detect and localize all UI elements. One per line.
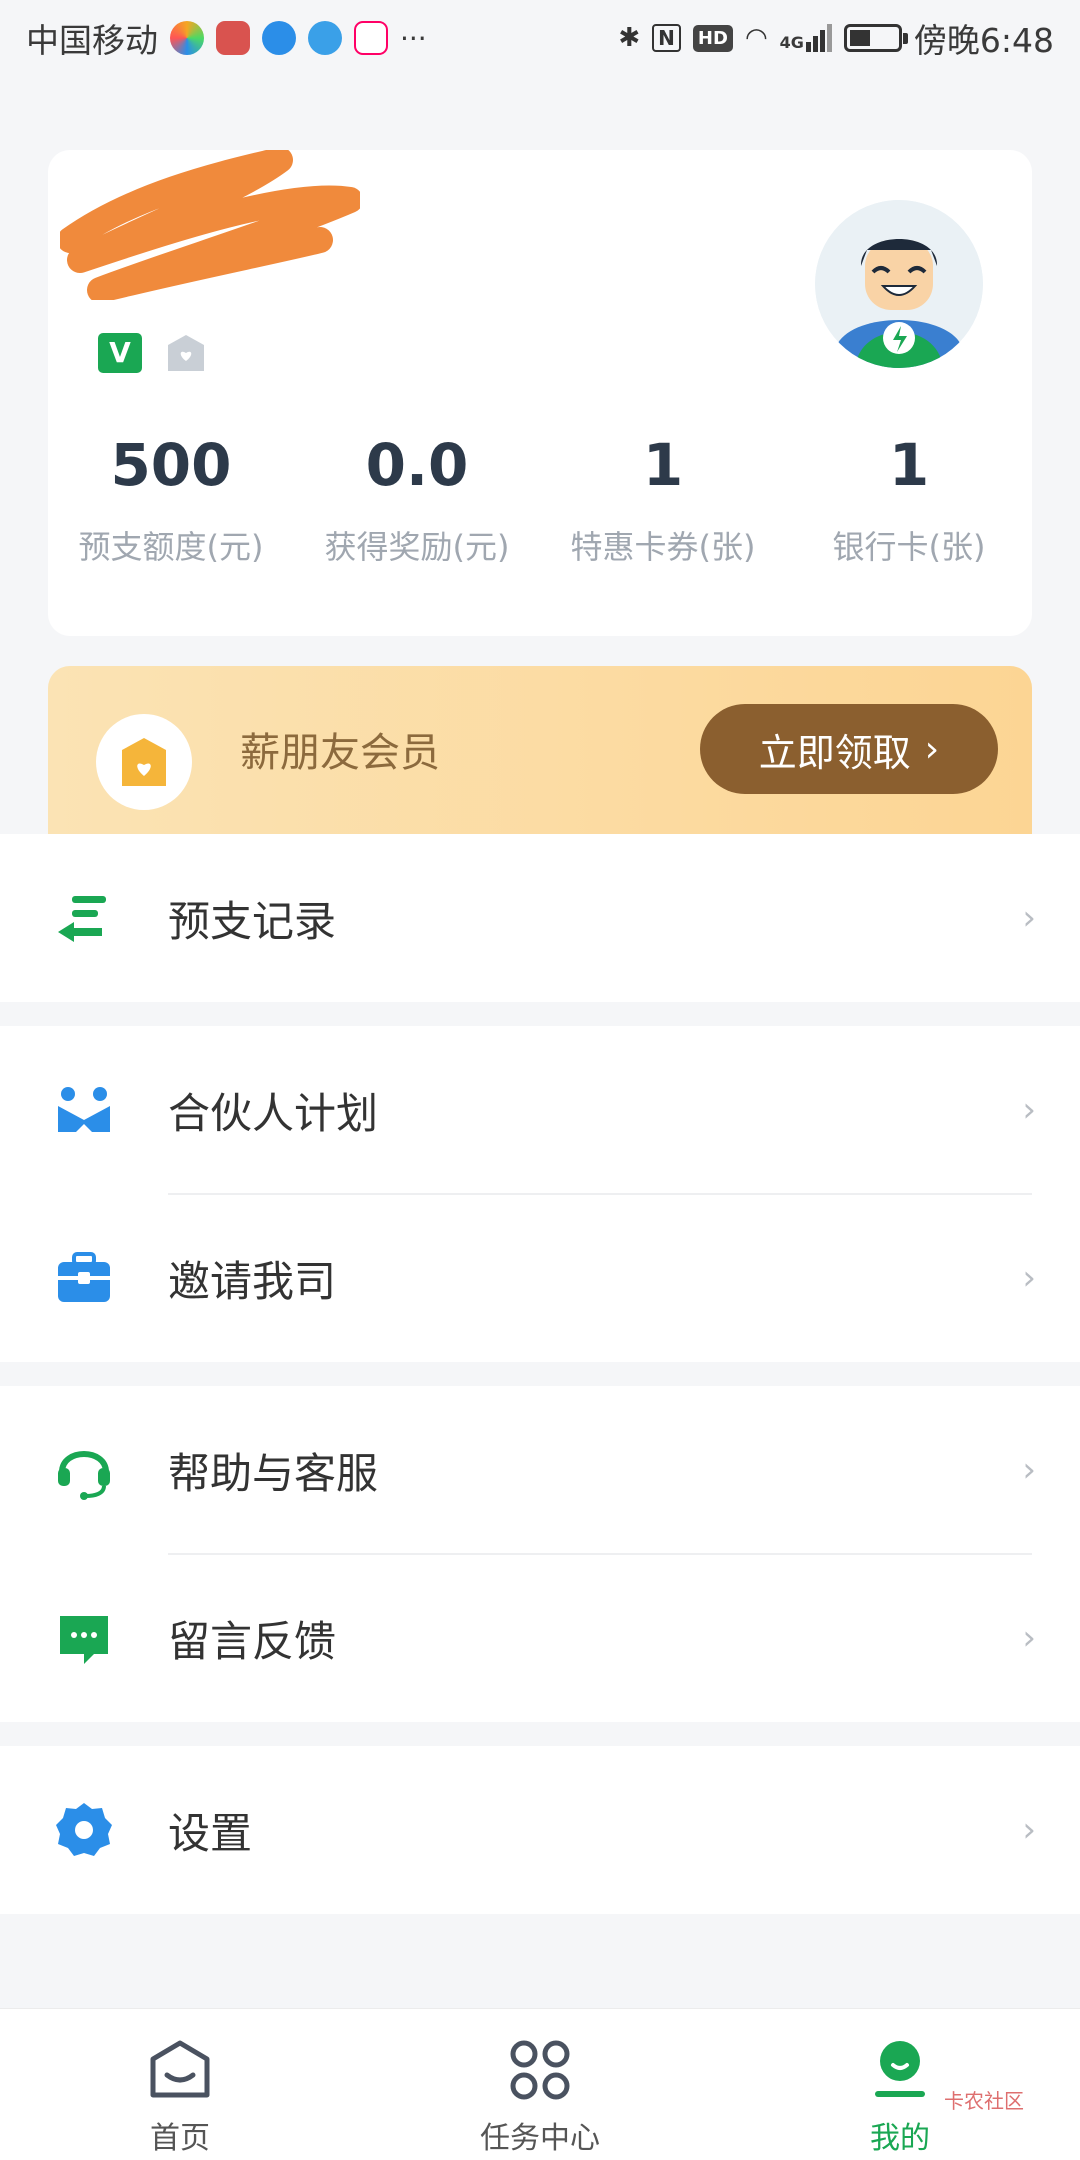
stat-bank-cards[interactable]: 1 银行卡(张) [786,420,1032,568]
briefcase-icon [58,1252,110,1302]
chevron-right-icon: › [1022,1258,1036,1298]
menu-label: 合伙人计划 [168,1088,379,1138]
vip-banner[interactable]: 薪朋友会员 立即领取 › [48,666,1032,834]
menu-label: 预支记录 [168,896,337,946]
network-type-label: 4G [779,33,804,52]
menu-section-support: 帮助与客服 › 留言反馈 › [0,1386,1080,1722]
stat-value: 1 [642,431,684,499]
stat-label: 特惠卡券(张) [570,528,756,566]
tab-label: 任务中心 [480,2121,600,2156]
menu-label: 帮助与客服 [168,1448,379,1498]
menu-section-settings: 设置 › [0,1746,1080,1914]
menu-item-feedback[interactable]: 留言反馈 › [0,1554,1080,1722]
chevron-right-icon: › [924,728,940,770]
avatar-illustration [815,200,983,368]
stat-value: 1 [888,431,930,499]
stat-coupons[interactable]: 1 特惠卡券(张) [540,420,786,568]
stat-value: 0.0 [365,431,469,499]
profile-stats: 500 预支额度(元) 0.0 获得奖励(元) 1 特惠卡券(张) 1 银行卡(… [48,420,1032,568]
menu-item-help-service[interactable]: 帮助与客服 › [0,1386,1080,1554]
app-notification-icon [170,21,204,55]
menu-label: 设置 [168,1808,253,1858]
vip-title: 薪朋友会员 [240,730,440,776]
community-watermark: 卡农社区 [944,2089,1024,2113]
menu-section-records: 预支记录 › [0,834,1080,1002]
claim-now-label: 立即领取 [758,730,911,775]
bottom-tab-bar: 首页 任务中心 我的 [0,2008,1080,2160]
settings-gear-icon [56,1803,112,1856]
chevron-right-icon: › [1022,1450,1036,1490]
membership-house-icon[interactable] [164,331,208,375]
verified-badge[interactable]: V [98,333,142,373]
nfc-icon: N [652,24,681,52]
advance-records-icon [58,896,106,942]
status-bar: 中国移动 ··· ✱ N HD ◠ 4G 傍晚6:48 [0,0,1080,76]
tab-label: 我的 [870,2121,930,2156]
tab-task-center[interactable]: 任务中心 [360,2009,720,2160]
profile-icon [875,2041,925,2097]
clock-label: 傍晚6:48 [913,21,1054,60]
stat-rewards[interactable]: 0.0 获得奖励(元) [294,420,540,568]
battery-icon [843,24,908,52]
message-icon [60,1616,108,1664]
menu-item-advance-records[interactable]: 预支记录 › [0,834,1080,1002]
task-grid-icon [510,2040,570,2100]
crown-house-icon [122,738,166,786]
chevron-right-icon: › [1022,898,1036,938]
wifi-icon: ◠ [744,23,768,53]
headset-icon [58,1451,110,1500]
carrier-label: 中国移动 [26,21,158,60]
redacted-username [60,150,360,300]
chevron-right-icon: › [1022,1618,1036,1658]
stat-label: 获得奖励(元) [324,528,510,566]
stat-advance-quota[interactable]: 500 预支额度(元) [48,420,294,568]
bluetooth-icon: ✱ [618,23,641,53]
claim-now-button[interactable]: 立即领取 › [700,704,998,794]
menu-label: 邀请我司 [168,1256,337,1306]
more-notifications-icon: ··· [400,21,427,55]
stat-label: 银行卡(张) [832,528,986,566]
menu-item-invite-company[interactable]: 邀请我司 › [0,1194,1080,1362]
menu-item-partner-plan[interactable]: 合伙人计划 › [0,1026,1080,1194]
tab-home[interactable]: 首页 [0,2009,360,2160]
stat-label: 预支额度(元) [78,528,264,566]
hd-icon: HD [692,24,733,52]
stat-value: 500 [110,431,232,499]
chevron-right-icon: › [1022,1090,1036,1130]
chevron-right-icon: › [1022,1810,1036,1850]
vip-icon-circle [96,714,192,810]
menu-section-partners: 合伙人计划 › 邀请我司 › [0,1026,1080,1362]
tab-mine[interactable]: 我的 [720,2009,1080,2160]
home-icon [150,2040,210,2098]
alipay-icon [262,21,296,55]
tab-label: 首页 [150,2121,210,2156]
partner-plan-icon [58,1087,110,1132]
menu-label: 留言反馈 [168,1616,337,1666]
signal-icon: 4G [780,24,832,52]
menu-item-settings[interactable]: 设置 › [0,1746,1080,1914]
huawei-store-icon [216,21,250,55]
browser-icon [308,21,342,55]
youku-icon [354,21,388,55]
avatar[interactable] [815,200,983,368]
